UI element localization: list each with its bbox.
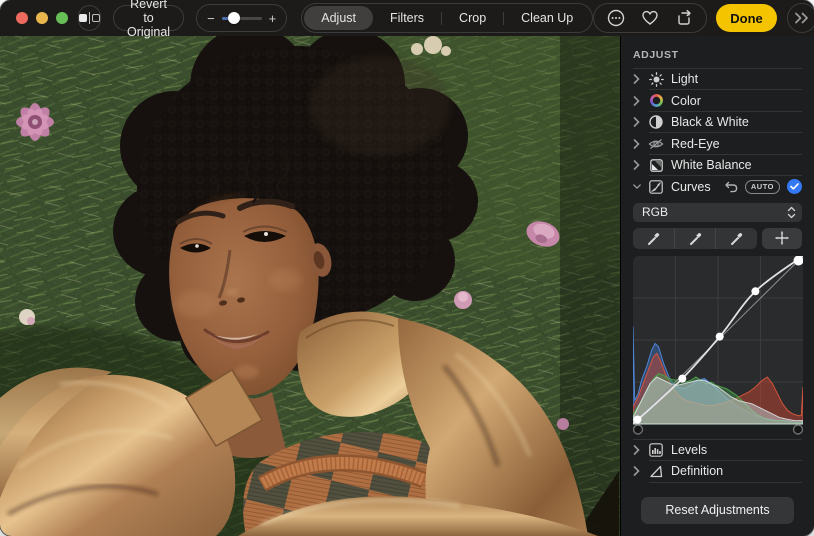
red-eye-icon bbox=[648, 136, 664, 152]
small-flower bbox=[557, 418, 569, 430]
zoom-slider-track[interactable] bbox=[222, 17, 262, 20]
heart-icon bbox=[641, 9, 659, 27]
sidebar-item-black-white[interactable]: Black & White bbox=[633, 112, 802, 132]
curve-control-point[interactable] bbox=[751, 287, 759, 295]
curves-graph[interactable] bbox=[633, 256, 802, 435]
curve-control-point[interactable] bbox=[634, 415, 642, 423]
zoom-out-label[interactable]: − bbox=[207, 12, 215, 25]
black-white-icon bbox=[648, 114, 664, 130]
minimize-button[interactable] bbox=[36, 12, 48, 24]
chevron-down-icon[interactable] bbox=[633, 183, 641, 190]
sun-icon bbox=[648, 71, 664, 87]
more-options-button[interactable] bbox=[607, 9, 625, 27]
updown-stepper-icon bbox=[787, 206, 796, 219]
sidebar-item-light[interactable]: Light bbox=[633, 69, 802, 89]
revert-button[interactable]: Revert to Original bbox=[113, 5, 184, 31]
sidebar-item-label: Curves bbox=[671, 180, 711, 194]
white-clover bbox=[19, 309, 35, 325]
divider bbox=[649, 482, 802, 483]
tab-filters[interactable]: Filters bbox=[373, 6, 441, 30]
ellipsis-circle-icon bbox=[607, 9, 625, 27]
adjust-sidebar: ADJUST Light Color bbox=[620, 36, 814, 536]
sidebar-item-label: Levels bbox=[671, 443, 707, 457]
chevron-right-icon[interactable] bbox=[633, 445, 641, 455]
favorite-button[interactable] bbox=[641, 9, 659, 27]
sidebar-item-label: Black & White bbox=[671, 115, 749, 129]
crosshair-icon bbox=[775, 231, 789, 245]
definition-icon bbox=[648, 463, 664, 479]
curves-icon bbox=[648, 179, 664, 195]
channel-select[interactable]: RGB bbox=[633, 203, 802, 223]
adjust-header: ADJUST bbox=[633, 46, 802, 68]
curve-control-point[interactable] bbox=[678, 374, 686, 382]
zoom-in-label[interactable]: + bbox=[269, 12, 277, 25]
zoom-slider[interactable]: − + bbox=[196, 4, 287, 32]
curves-enabled-toggle[interactable] bbox=[787, 179, 802, 194]
zoom-slider-thumb[interactable] bbox=[228, 12, 240, 24]
sidebar-item-white-balance[interactable]: White Balance bbox=[633, 155, 802, 175]
channel-value: RGB bbox=[642, 205, 787, 219]
compare-before-after-button[interactable] bbox=[78, 5, 101, 31]
chevron-right-icon[interactable] bbox=[633, 117, 641, 127]
gray-point-eyedropper-button[interactable] bbox=[674, 228, 716, 248]
toolbar: Revert to Original − + Adjust Filters Cr… bbox=[0, 0, 814, 36]
white-point-handle[interactable] bbox=[794, 425, 803, 434]
rotate-button[interactable] bbox=[675, 9, 693, 27]
undo-icon[interactable] bbox=[725, 181, 738, 193]
curve-control-point[interactable] bbox=[716, 332, 724, 340]
sidebar-item-color[interactable]: Color bbox=[633, 90, 802, 110]
white-balance-icon bbox=[648, 157, 664, 173]
white-point-eyedropper-button[interactable] bbox=[715, 228, 757, 248]
photos-edit-window: Revert to Original − + Adjust Filters Cr… bbox=[0, 0, 814, 536]
photo-actions-cluster bbox=[593, 3, 707, 33]
zoom-window-button[interactable] bbox=[56, 12, 68, 24]
levels-icon bbox=[648, 442, 664, 458]
sidebar-item-label: Light bbox=[671, 72, 698, 86]
done-button[interactable]: Done bbox=[716, 4, 777, 32]
chevron-right-icon[interactable] bbox=[633, 74, 641, 84]
color-wheel-icon bbox=[648, 93, 664, 109]
chevron-right-icon[interactable] bbox=[633, 139, 641, 149]
tab-crop[interactable]: Crop bbox=[442, 6, 503, 30]
sidebar-item-levels[interactable]: Levels bbox=[633, 440, 802, 460]
add-point-button[interactable] bbox=[762, 228, 802, 248]
checkmark-icon bbox=[790, 183, 799, 190]
sidebar-item-curves[interactable]: Curves AUTO bbox=[633, 176, 802, 197]
photo-canvas[interactable] bbox=[0, 36, 620, 536]
reset-adjustments-button[interactable]: Reset Adjustments bbox=[641, 497, 793, 524]
sidebar-item-label: Color bbox=[671, 94, 701, 108]
sidebar-item-red-eye[interactable]: Red-Eye bbox=[633, 133, 802, 153]
pom-flower bbox=[454, 291, 472, 309]
tab-cleanup[interactable]: Clean Up bbox=[504, 6, 590, 30]
sidebar-item-definition[interactable]: Definition bbox=[633, 461, 802, 481]
sidebar-item-label: White Balance bbox=[671, 158, 752, 172]
tab-adjust[interactable]: Adjust bbox=[304, 6, 373, 30]
eyedropper-row bbox=[633, 228, 802, 248]
close-button[interactable] bbox=[16, 12, 28, 24]
traffic-lights bbox=[16, 12, 68, 24]
edit-mode-tabs: Adjust Filters Crop Clean Up bbox=[301, 3, 593, 33]
toolbar-overflow-button[interactable] bbox=[787, 3, 814, 33]
chevron-right-icon[interactable] bbox=[633, 96, 641, 106]
black-point-eyedropper-button[interactable] bbox=[633, 228, 674, 248]
auto-button[interactable]: AUTO bbox=[745, 180, 780, 194]
strawflower bbox=[16, 103, 54, 141]
sidebar-item-label: Red-Eye bbox=[671, 137, 720, 151]
black-point-handle[interactable] bbox=[634, 425, 643, 434]
eyedropper-group bbox=[633, 228, 757, 248]
sidebar-item-label: Definition bbox=[671, 464, 723, 478]
chevron-right-icon[interactable] bbox=[633, 466, 641, 476]
before-after-icon bbox=[79, 12, 100, 24]
double-chevron-right-icon bbox=[794, 12, 810, 24]
toolbar-right: Done bbox=[593, 3, 814, 33]
chevron-right-icon[interactable] bbox=[633, 160, 641, 170]
rotate-icon bbox=[675, 9, 693, 27]
